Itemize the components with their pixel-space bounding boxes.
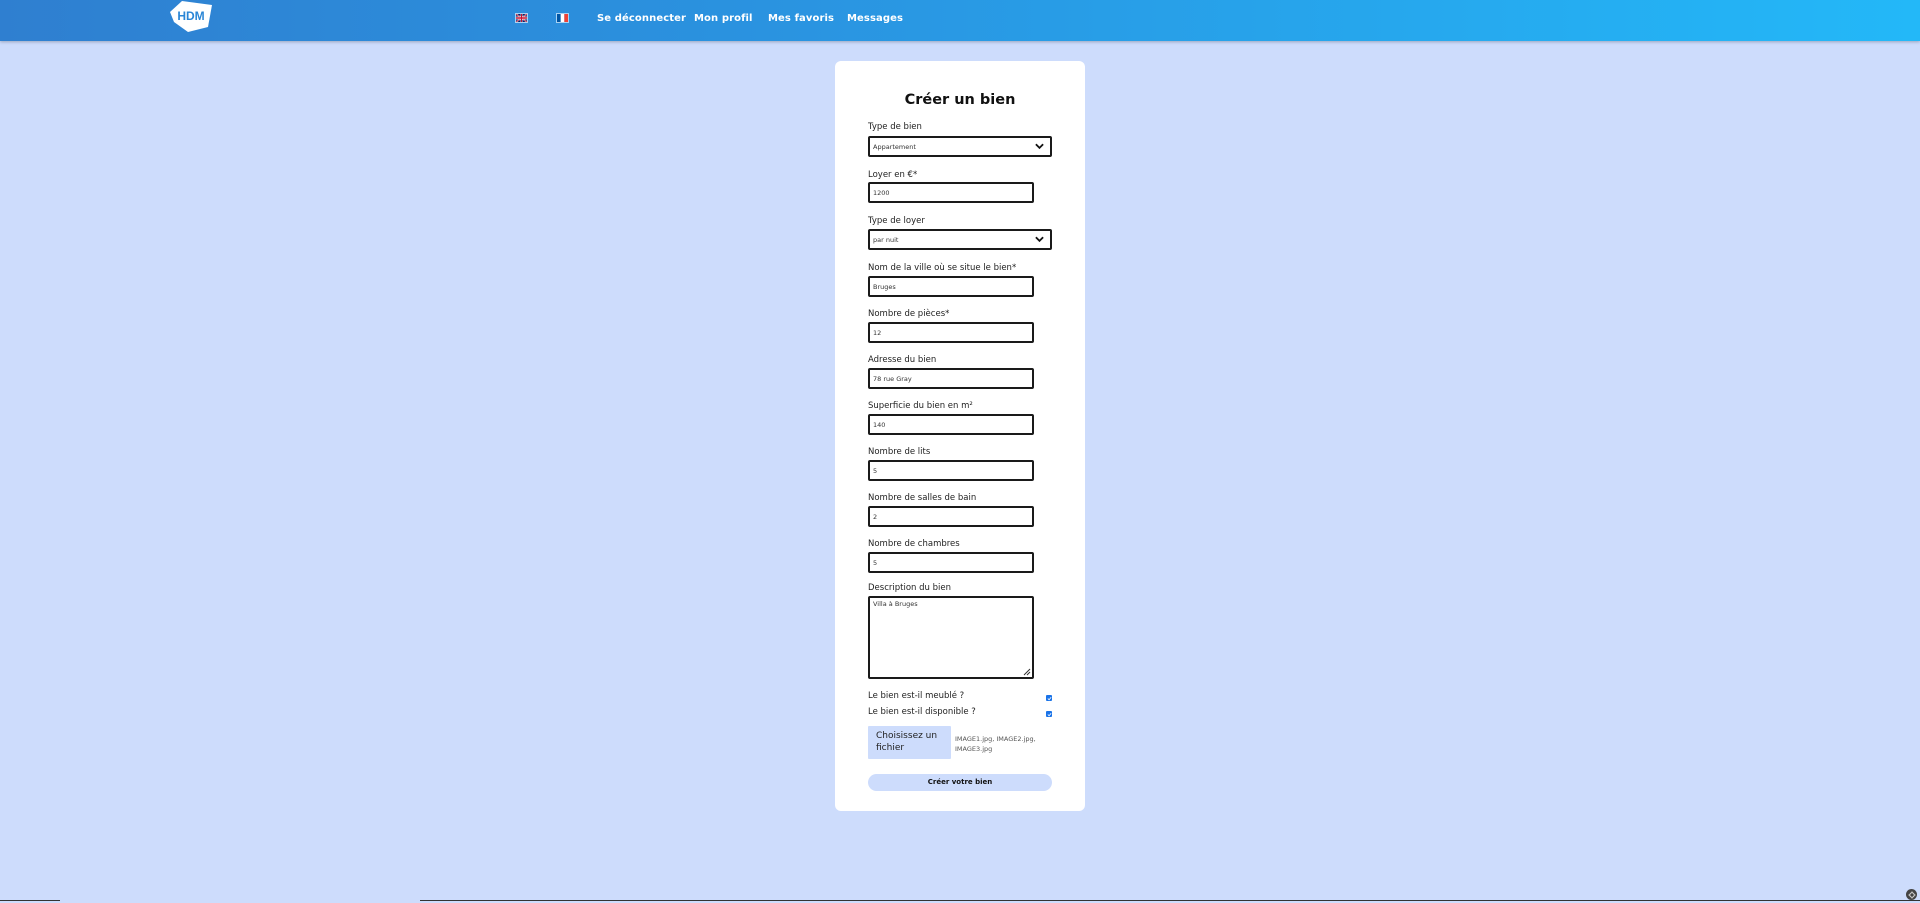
beds-label: Nombre de lits xyxy=(868,447,931,457)
hdm-logo-icon: HDM xyxy=(170,1,212,32)
bedrooms-value: 5 xyxy=(873,558,878,567)
fr-flag-icon[interactable] xyxy=(556,13,569,23)
available-checkbox[interactable] xyxy=(1046,711,1052,717)
selected-files-text: IMAGE1.jpg, IMAGE2.jpg, IMAGE3.jpg xyxy=(955,735,1036,753)
city-value: Bruges xyxy=(873,282,896,291)
beds-input[interactable]: 5 xyxy=(868,460,1034,481)
nav-logout-link[interactable]: Se déconnecter xyxy=(597,13,686,24)
rent-input[interactable]: 1200 xyxy=(868,182,1034,203)
checkmark-icon xyxy=(1047,712,1051,716)
rooms-value: 12 xyxy=(873,328,882,337)
address-label: Adresse du bien xyxy=(868,355,937,365)
choose-file-button[interactable]: Choisissez un fichier xyxy=(868,726,951,759)
available-label: Le bien est-il disponible ? xyxy=(868,707,976,717)
bottom-divider xyxy=(420,900,1920,901)
description-textarea[interactable]: Villa à Bruges xyxy=(868,596,1034,679)
furnished-label: Le bien est-il meublé ? xyxy=(868,691,965,701)
description-value: Villa à Bruges xyxy=(873,600,918,608)
rent-label: Loyer en €* xyxy=(868,170,918,180)
settings-icon[interactable] xyxy=(1906,889,1917,900)
bathrooms-label: Nombre de salles de bain xyxy=(868,493,977,503)
city-input[interactable]: Bruges xyxy=(868,276,1034,297)
bathrooms-input[interactable]: 2 xyxy=(868,506,1034,527)
rent-type-value: par nuit xyxy=(873,235,899,244)
rent-type-select[interactable]: par nuit xyxy=(868,229,1052,250)
uk-flag-icon[interactable] xyxy=(515,13,528,23)
description-label: Description du bien xyxy=(868,583,951,593)
top-navbar: HDM Se déconnecter Mon profil Mes favori… xyxy=(0,0,1920,41)
property-type-label: Type de bien xyxy=(868,122,922,132)
chevron-down-icon xyxy=(1035,143,1044,150)
address-value: 78 rue Gray xyxy=(873,374,912,383)
city-label: Nom de la ville où se situe le bien* xyxy=(868,263,1017,273)
bedrooms-label: Nombre de chambres xyxy=(868,539,960,549)
bottom-divider xyxy=(0,900,60,901)
bathrooms-value: 2 xyxy=(873,512,878,521)
rooms-input[interactable]: 12 xyxy=(868,322,1034,343)
resize-handle-icon[interactable] xyxy=(1022,667,1031,676)
chevron-down-icon xyxy=(1035,236,1044,243)
property-type-value: Appartement xyxy=(873,142,916,151)
rooms-label: Nombre de pièces* xyxy=(868,309,950,319)
nav-favorites-link[interactable]: Mes favoris xyxy=(768,13,834,24)
surface-input[interactable]: 140 xyxy=(868,414,1034,435)
surface-label: Superficie du bien en m² xyxy=(868,401,973,411)
create-property-button[interactable]: Créer votre bien xyxy=(868,774,1052,791)
nav-profile-link[interactable]: Mon profil xyxy=(694,13,753,24)
surface-value: 140 xyxy=(873,420,886,429)
bedrooms-input[interactable]: 5 xyxy=(868,552,1034,573)
svg-text:HDM: HDM xyxy=(177,9,204,23)
rent-value: 1200 xyxy=(873,188,890,197)
furnished-checkbox[interactable] xyxy=(1046,695,1052,701)
nav-messages-link[interactable]: Messages xyxy=(847,13,903,24)
page-title: Créer un bien xyxy=(904,92,1016,108)
hdm-logo[interactable]: HDM xyxy=(168,0,216,34)
property-type-select[interactable]: Appartement xyxy=(868,136,1052,157)
address-input[interactable]: 78 rue Gray xyxy=(868,368,1034,389)
create-property-card: Créer un bien Type de bien Appartement L… xyxy=(835,61,1085,811)
checkmark-icon xyxy=(1047,696,1051,700)
rent-type-label: Type de loyer xyxy=(868,216,925,226)
beds-value: 5 xyxy=(873,466,878,475)
